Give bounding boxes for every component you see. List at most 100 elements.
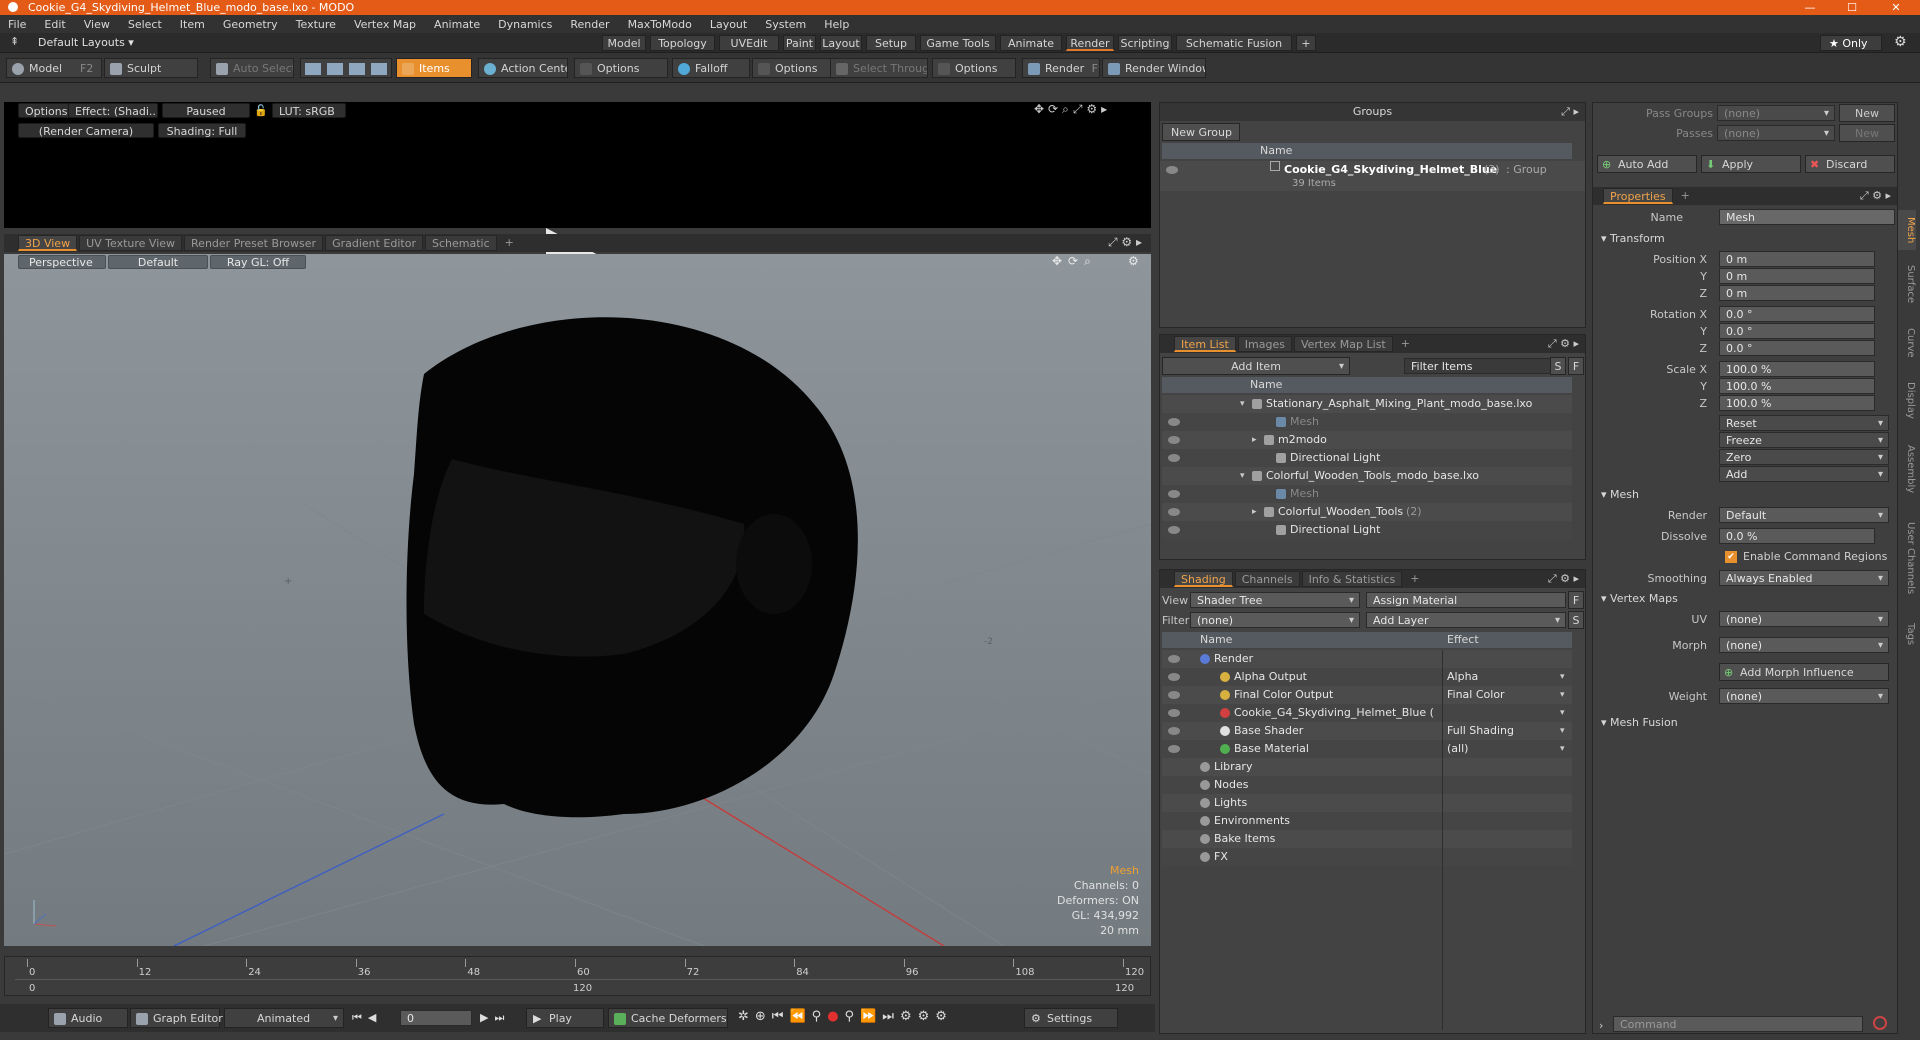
visibility-icon[interactable] bbox=[1168, 655, 1180, 663]
shading-tab-shading[interactable]: Shading bbox=[1174, 571, 1233, 587]
menu-help[interactable]: Help bbox=[824, 18, 849, 31]
add-morph-influence-button[interactable]: ⊕ Add Morph Influence bbox=[1719, 663, 1889, 681]
visibility-icon[interactable] bbox=[1168, 709, 1180, 717]
layout-tab-uvedit[interactable]: UVEdit bbox=[719, 35, 779, 51]
shader-tree-row[interactable]: Bake Items bbox=[1162, 830, 1572, 848]
transform-section[interactable]: ▾ Transform bbox=[1601, 231, 1665, 247]
shader-tree-row[interactable]: Final Color Output Final Color ▾ bbox=[1162, 686, 1572, 704]
viewport-tab-uv-texture-view[interactable]: UV Texture View bbox=[79, 235, 183, 251]
viewport-tab-gradient-editor[interactable]: Gradient Editor bbox=[325, 235, 423, 251]
shading-tab-info-statistics[interactable]: Info & Statistics bbox=[1301, 571, 1403, 587]
shading-s-button[interactable]: S bbox=[1568, 611, 1584, 629]
item-list-row[interactable]: ▾ Colorful_Wooden_Tools_modo_base.lxo bbox=[1162, 467, 1572, 485]
auto-add-button[interactable]: ⊕ Auto Add bbox=[1597, 155, 1697, 173]
new-group-button[interactable]: New Group bbox=[1162, 123, 1240, 141]
item-list-row[interactable]: Directional Light bbox=[1162, 449, 1572, 467]
item-list-row[interactable]: ▸ m2modo bbox=[1162, 431, 1572, 449]
expand-arrow-icon[interactable]: ▾ bbox=[1240, 467, 1245, 485]
viewport-tab-3d-view[interactable]: 3D View bbox=[18, 235, 78, 251]
visibility-icon[interactable] bbox=[1168, 727, 1180, 735]
effect-dropdown-icon[interactable]: ▾ bbox=[1560, 740, 1565, 758]
menu-dynamics[interactable]: Dynamics bbox=[498, 18, 552, 31]
menu-render[interactable]: Render bbox=[570, 18, 609, 31]
visibility-icon[interactable] bbox=[1168, 526, 1180, 534]
properties-tab[interactable]: Properties bbox=[1603, 188, 1673, 204]
scale-y-field[interactable]: 100.0 % bbox=[1719, 378, 1875, 394]
graph-editor-button[interactable]: Graph Editor bbox=[130, 1008, 223, 1028]
effect-dropdown-icon[interactable]: ▾ bbox=[1560, 668, 1565, 686]
mesh-fusion-section[interactable]: ▾ Mesh Fusion bbox=[1601, 715, 1678, 731]
visibility-icon[interactable] bbox=[1168, 691, 1180, 699]
shader-tree-row[interactable]: Render bbox=[1162, 650, 1572, 668]
shader-tree-row[interactable]: Alpha Output Alpha ▾ bbox=[1162, 668, 1572, 686]
item-list-row[interactable]: Mesh bbox=[1162, 485, 1572, 503]
layout-selector[interactable]: Default Layouts ▾ bbox=[38, 36, 134, 49]
menu-texture[interactable]: Texture bbox=[296, 18, 336, 31]
layout-tab-setup[interactable]: Setup bbox=[866, 35, 916, 51]
options-button-1[interactable]: Options bbox=[574, 58, 668, 78]
expand-arrow-icon[interactable]: ▸ bbox=[1252, 503, 1257, 521]
viewport-tab-[interactable]: + bbox=[499, 235, 520, 251]
scale-z-field[interactable]: 100.0 % bbox=[1719, 395, 1875, 411]
options-button-2[interactable]: Options bbox=[752, 58, 832, 78]
viewport-tab-schematic[interactable]: Schematic bbox=[425, 235, 497, 251]
side-tab-mesh[interactable]: Mesh bbox=[1898, 210, 1916, 250]
sculpt-button[interactable]: Sculpt bbox=[104, 58, 198, 78]
pass-groups-new-button[interactable]: New bbox=[1839, 104, 1895, 122]
viewport-tab-render-preset-browser[interactable]: Render Preset Browser bbox=[184, 235, 324, 251]
shader-item-effect[interactable]: Full Shading bbox=[1447, 722, 1514, 740]
shader-tree-row[interactable]: Library bbox=[1162, 758, 1572, 776]
layout-tab-paint[interactable]: Paint bbox=[783, 35, 816, 51]
unlock-icon[interactable]: 🔓 bbox=[254, 104, 268, 117]
reset-dropdown[interactable]: Reset bbox=[1719, 415, 1889, 431]
render-effect-dropdown[interactable]: Effect: (Shadi... bbox=[68, 103, 158, 118]
dissolve-field[interactable]: 0.0 % bbox=[1719, 528, 1875, 544]
shader-tree-row[interactable]: FX bbox=[1162, 848, 1572, 866]
zero-dropdown[interactable]: Zero bbox=[1719, 449, 1889, 465]
key-tools-icons[interactable]: ✲⊕⏮⏪⚲●⚲⏩⏭⚙⚙⚙ bbox=[738, 1009, 953, 1024]
item-list-tab-images[interactable]: Images bbox=[1237, 336, 1292, 352]
shader-tree-row[interactable]: Cookie_G4_Skydiving_Helmet_Blue (2) ... ▾ bbox=[1162, 704, 1572, 722]
menu-view[interactable]: View bbox=[84, 18, 110, 31]
expand-arrow-icon[interactable]: ▾ bbox=[1240, 395, 1245, 413]
close-button[interactable]: ✕ bbox=[1876, 0, 1916, 15]
lut-dropdown[interactable]: LUT: sRGB bbox=[272, 103, 346, 118]
frame-field[interactable]: 0 bbox=[400, 1010, 472, 1026]
name-field[interactable]: Mesh bbox=[1719, 209, 1895, 225]
timeline[interactable]: 0 12 24 36 48 60 72 84 96 108 120 0 120 120 bbox=[4, 956, 1151, 996]
menu-layout[interactable]: Layout bbox=[710, 18, 747, 31]
visibility-icon[interactable] bbox=[1168, 673, 1180, 681]
shading-dropdown[interactable]: Shading: Full bbox=[158, 123, 246, 138]
morph-dropdown[interactable]: (none) bbox=[1719, 637, 1889, 653]
add-item-dropdown[interactable]: Add Item bbox=[1162, 357, 1350, 375]
rotation-x-field[interactable]: 0.0 ° bbox=[1719, 306, 1875, 322]
smoothing-dropdown[interactable]: Always Enabled bbox=[1719, 570, 1889, 586]
auto-select-button[interactable]: Auto Select bbox=[210, 58, 294, 78]
effect-dropdown-icon[interactable]: ▾ bbox=[1560, 704, 1565, 722]
visibility-icon[interactable] bbox=[1168, 454, 1180, 462]
layout-tab-schematic-fusion[interactable]: Schematic Fusion bbox=[1176, 35, 1292, 51]
shading-tab-[interactable]: + bbox=[1404, 571, 1425, 587]
item-list-tab-vertex-map-list[interactable]: Vertex Map List bbox=[1293, 336, 1393, 352]
weight-dropdown[interactable]: (none) bbox=[1719, 688, 1889, 704]
layout-tab-scripting[interactable]: Scripting bbox=[1118, 35, 1172, 51]
filter-dropdown[interactable]: (none) bbox=[1190, 612, 1360, 628]
transport-back-icons[interactable]: ⏮◀ bbox=[352, 1011, 382, 1025]
layout-tab-game-tools[interactable]: Game Tools bbox=[920, 35, 996, 51]
layout-tab-animate[interactable]: Animate bbox=[1000, 35, 1062, 51]
shading-f-button[interactable]: F bbox=[1568, 591, 1584, 609]
item-list-f-button[interactable]: F bbox=[1568, 357, 1584, 375]
item-list-tab-item-list[interactable]: Item List bbox=[1174, 336, 1236, 352]
passes-dropdown[interactable]: (none) bbox=[1717, 125, 1835, 141]
scale-x-field[interactable]: 100.0 % bbox=[1719, 361, 1875, 377]
group-row[interactable]: Cookie_G4_Skydiving_Helmet_Blue (3) : Gr… bbox=[1160, 161, 1585, 191]
action-center-button[interactable]: Action Center bbox=[478, 58, 568, 78]
freeze-dropdown[interactable]: Freeze bbox=[1719, 432, 1889, 448]
add-dropdown[interactable]: Add bbox=[1719, 466, 1889, 482]
command-input[interactable]: Command bbox=[1613, 1016, 1863, 1032]
model-button[interactable]: Model F2 bbox=[6, 58, 102, 78]
cache-deformers-button[interactable]: Cache Deformers bbox=[608, 1008, 728, 1028]
item-list-row[interactable]: Directional Light bbox=[1162, 521, 1572, 539]
vertex-maps-section[interactable]: ▾ Vertex Maps bbox=[1601, 591, 1678, 607]
render-paused-button[interactable]: Paused bbox=[162, 103, 250, 118]
